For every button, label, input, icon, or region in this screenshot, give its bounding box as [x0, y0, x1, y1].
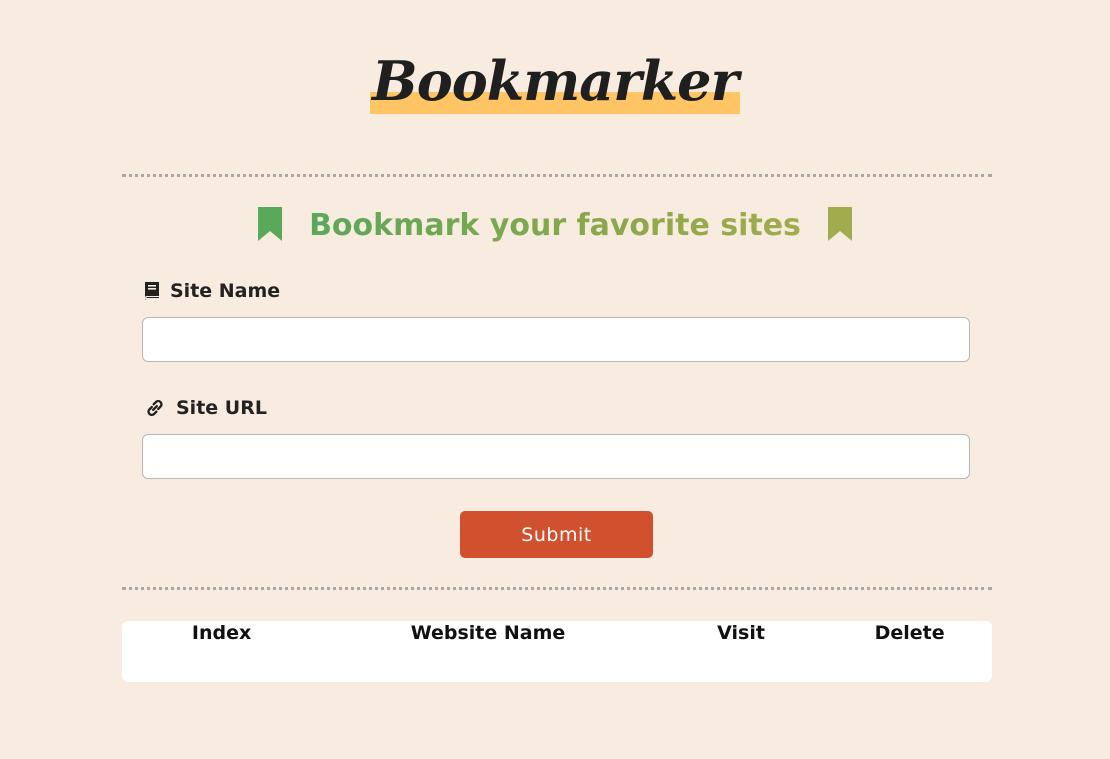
- app-logo: Bookmarker: [370, 48, 740, 114]
- table-header-row: Index Website Name Visit Delete: [122, 621, 992, 645]
- bookmark-icon: [828, 207, 853, 241]
- column-header-delete: Delete: [874, 622, 945, 644]
- logo-container: Bookmarker: [0, 48, 1110, 114]
- book-icon: [144, 282, 159, 300]
- bookmarks-table: Index Website Name Visit Delete: [122, 621, 992, 682]
- column-header-website-name: Website Name: [410, 622, 566, 644]
- site-name-label: Site Name: [142, 280, 280, 302]
- site-url-label: Site URL: [142, 397, 267, 419]
- link-icon: [147, 399, 163, 417]
- bookmarker-page: Bookmarker Bookmark your favorite sites …: [0, 0, 1110, 759]
- table-body: [122, 645, 992, 682]
- site-name-input[interactable]: [142, 317, 970, 362]
- logo-text: Bookmarker: [372, 49, 739, 113]
- bookmark-icon: [257, 207, 282, 241]
- top-divider: [122, 174, 992, 177]
- site-url-input[interactable]: [142, 434, 970, 479]
- submit-button[interactable]: Submit: [460, 511, 653, 558]
- site-url-label-text: Site URL: [176, 397, 267, 419]
- tagline-text: Bookmark your favorite sites: [309, 206, 801, 246]
- column-header-visit: Visit: [717, 622, 765, 644]
- site-name-label-text: Site Name: [170, 280, 281, 302]
- tagline: Bookmark your favorite sites: [0, 206, 1110, 246]
- column-header-index: Index: [191, 622, 252, 644]
- bottom-divider: [122, 587, 992, 590]
